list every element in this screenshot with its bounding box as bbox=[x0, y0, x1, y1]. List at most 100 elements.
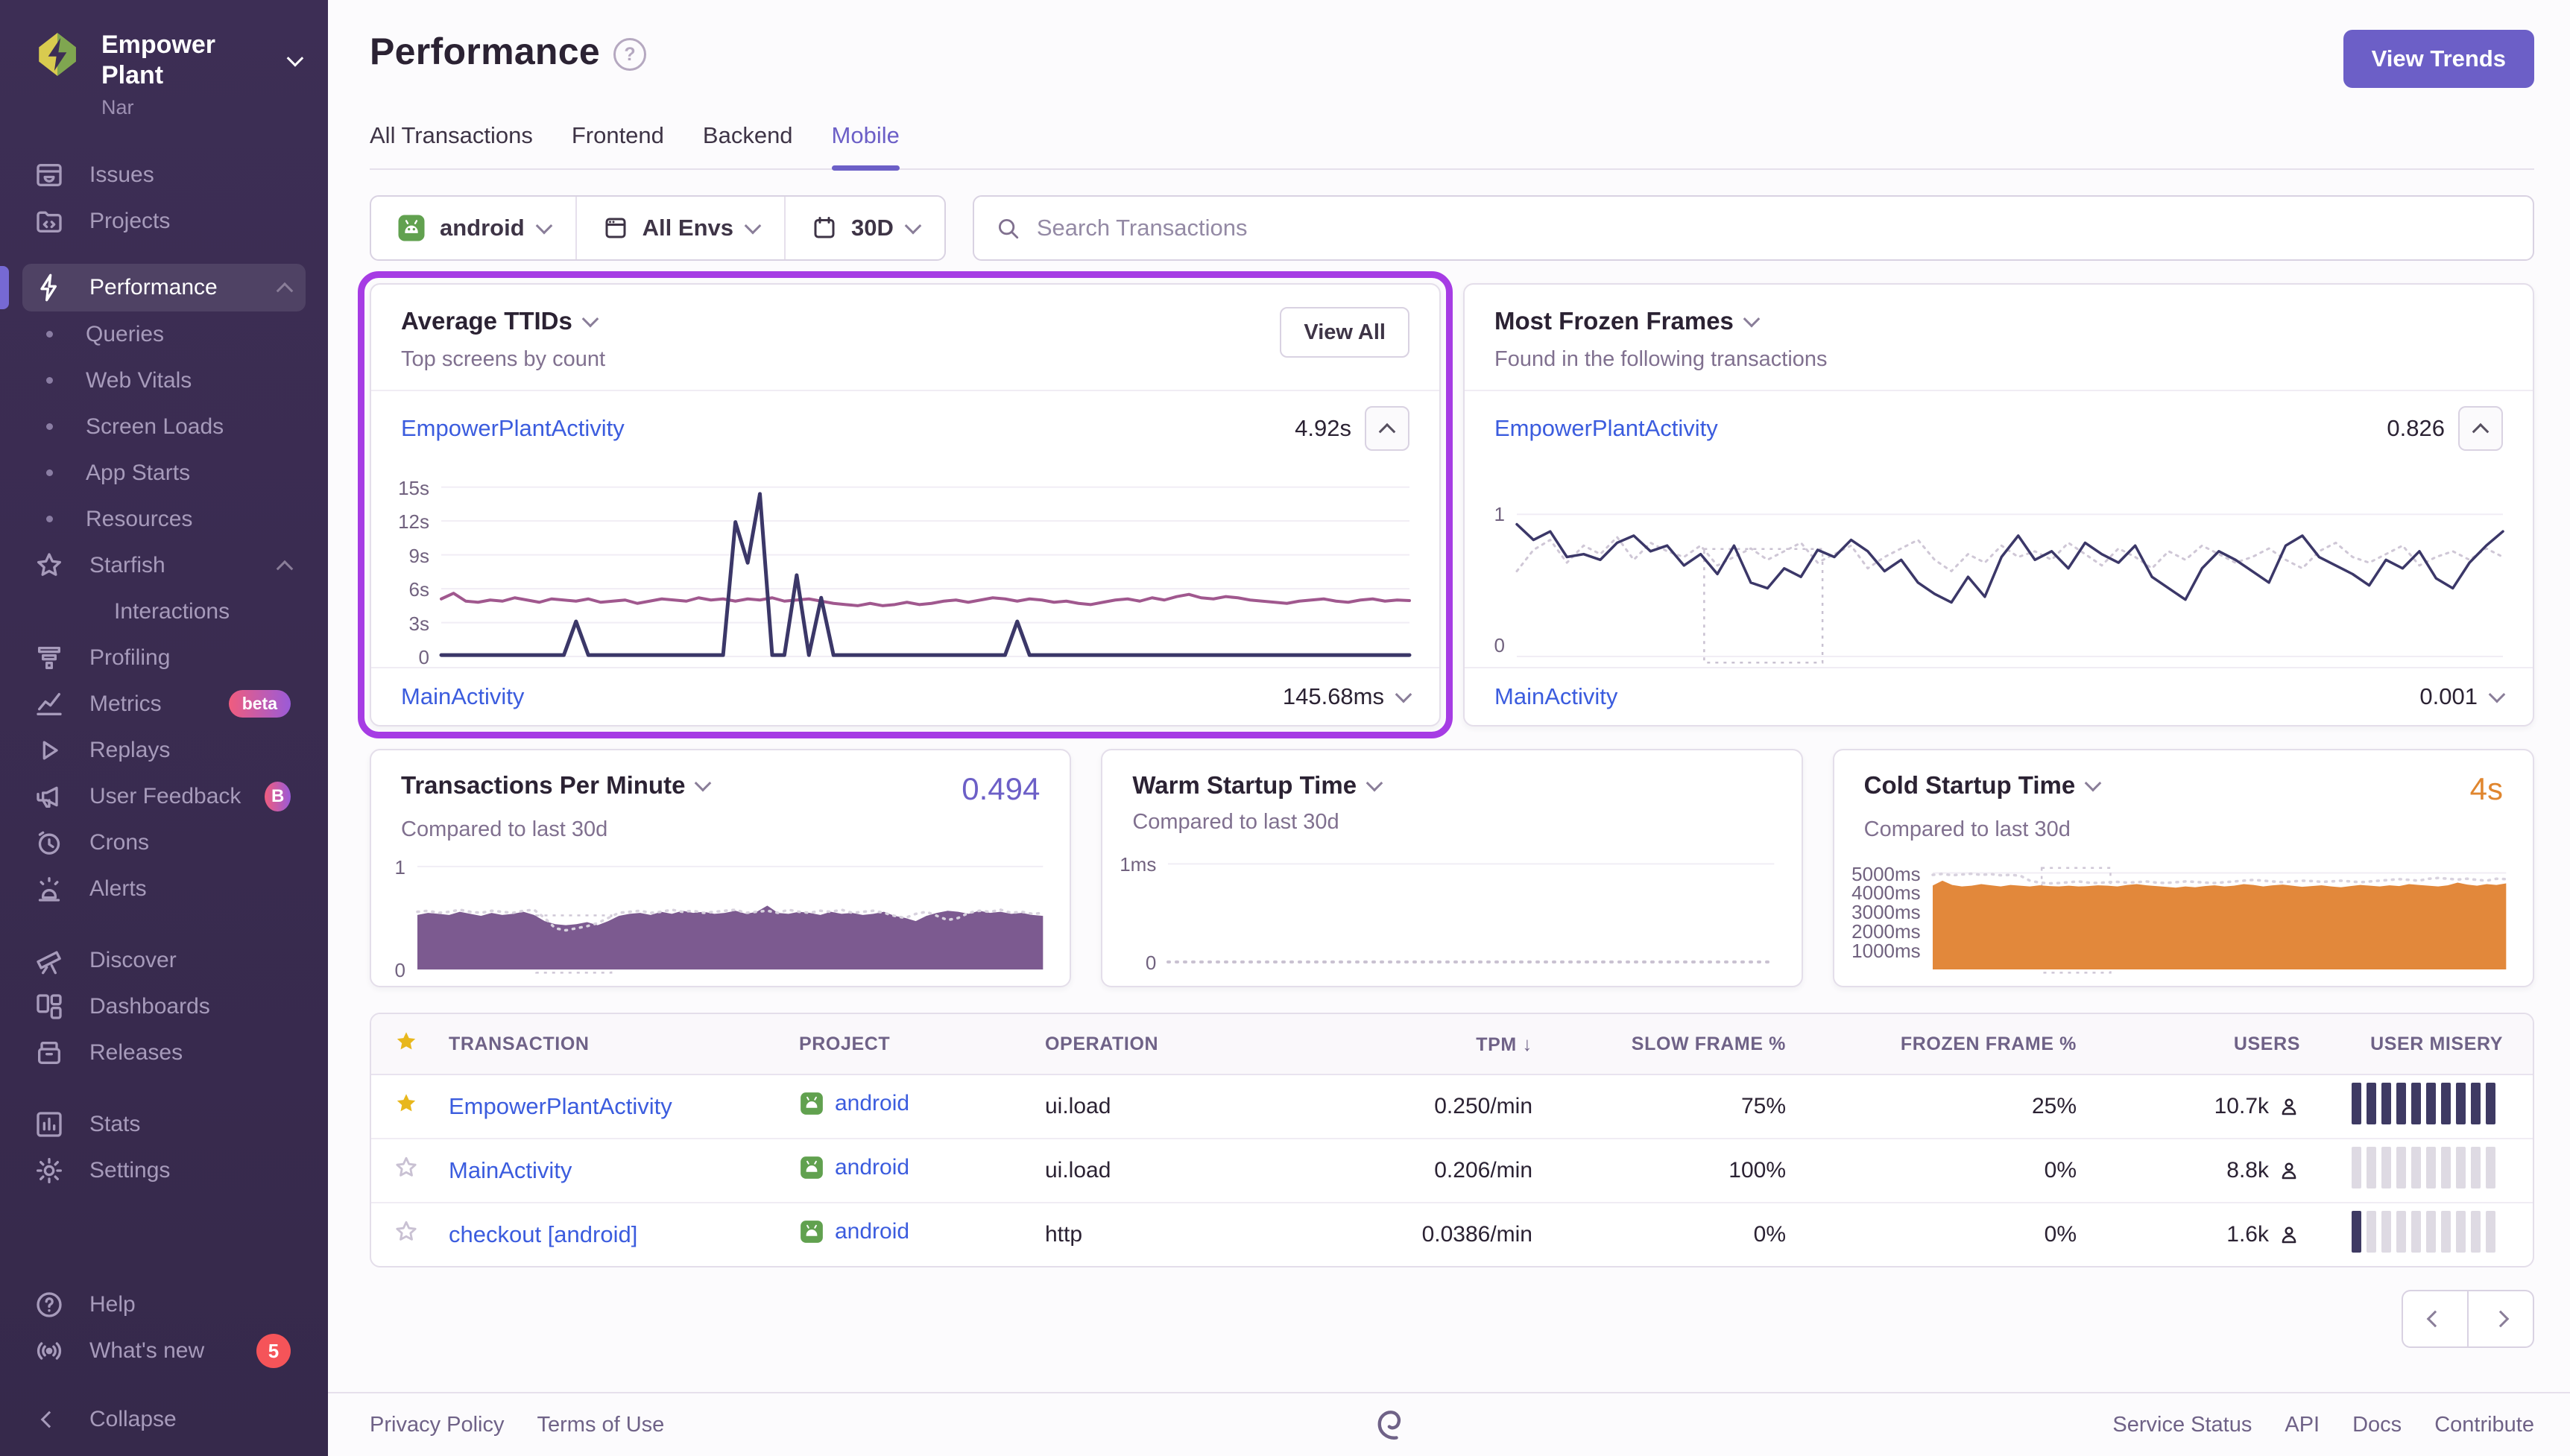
column-header-operation[interactable]: Operation bbox=[1032, 1034, 1278, 1055]
column-header-frozen-frame[interactable]: Frozen Frame % bbox=[1799, 1034, 2090, 1055]
previous-page-button[interactable] bbox=[2402, 1290, 2468, 1348]
star-column-header[interactable] bbox=[371, 1029, 435, 1060]
table-header-row: Transaction Project Operation TPM ↓ Slow… bbox=[371, 1014, 2533, 1075]
column-header-slow-frame[interactable]: Slow Frame % bbox=[1546, 1034, 1799, 1055]
chevron-down-icon bbox=[1366, 775, 1383, 792]
org-switcher[interactable]: Empower Plant Nar bbox=[0, 0, 328, 127]
sidebar-item-web-vitals[interactable]: Web Vitals bbox=[0, 358, 328, 404]
star-toggle[interactable] bbox=[371, 1219, 435, 1250]
project-filter-dropdown[interactable]: android bbox=[371, 197, 575, 259]
widget-subtitle: Top screens by count bbox=[401, 347, 605, 372]
sidebar-item-starfish[interactable]: Starfish bbox=[0, 542, 328, 589]
sidebar-item-help[interactable]: Help bbox=[0, 1282, 328, 1328]
collapse-series-button[interactable] bbox=[1365, 406, 1409, 451]
privacy-policy-link[interactable]: Privacy Policy bbox=[370, 1413, 505, 1437]
chevron-down-icon[interactable] bbox=[1395, 686, 1412, 703]
environment-filter-dropdown[interactable]: All Envs bbox=[575, 197, 784, 259]
warm-startup-chart bbox=[1168, 854, 1774, 963]
widget-title-dropdown[interactable]: Warm Startup Time bbox=[1132, 771, 1380, 800]
widget-title-dropdown[interactable]: Average TTIDs bbox=[401, 307, 605, 335]
view-trends-button[interactable]: View Trends bbox=[2343, 30, 2534, 88]
android-project-icon bbox=[799, 1155, 824, 1180]
chevron-down-icon bbox=[1743, 311, 1761, 328]
column-header-project[interactable]: Project bbox=[786, 1034, 1032, 1055]
collapse-series-button[interactable] bbox=[2458, 406, 2503, 451]
tab-mobile[interactable]: Mobile bbox=[832, 122, 900, 168]
api-link[interactable]: API bbox=[2285, 1413, 2320, 1437]
sidebar-item-releases[interactable]: Releases bbox=[0, 1030, 328, 1076]
main-content: Performance ? View Trends All Transactio… bbox=[328, 0, 2570, 1456]
sidebar-item-queries[interactable]: Queries bbox=[0, 311, 328, 358]
column-header-user-misery[interactable]: User Misery bbox=[2314, 1034, 2533, 1055]
sidebar-collapse-button[interactable]: Collapse bbox=[0, 1396, 328, 1443]
cold-startup-chart bbox=[1933, 861, 2506, 969]
sidebar-item-metrics[interactable]: Metrics beta bbox=[0, 681, 328, 727]
help-circle-icon[interactable]: ? bbox=[613, 38, 646, 71]
column-header-users[interactable]: Users bbox=[2090, 1034, 2314, 1055]
sidebar-item-app-starts[interactable]: App Starts bbox=[0, 450, 328, 496]
column-header-transaction[interactable]: Transaction bbox=[435, 1034, 786, 1055]
sidebar-item-interactions[interactable]: Interactions bbox=[0, 589, 328, 635]
sidebar-item-resources[interactable]: Resources bbox=[0, 496, 328, 542]
sidebar-item-user-feedback[interactable]: User Feedback B bbox=[0, 773, 328, 820]
star-toggle[interactable] bbox=[371, 1155, 435, 1186]
sidebar-item-settings[interactable]: Settings bbox=[0, 1148, 328, 1194]
docs-link[interactable]: Docs bbox=[2352, 1413, 2402, 1437]
chevron-down-icon bbox=[695, 775, 712, 792]
tab-frontend[interactable]: Frontend bbox=[572, 122, 664, 168]
user-misery-bars bbox=[2327, 1147, 2503, 1188]
most-frozen-frames-card: Most Frozen Frames Found in the followin… bbox=[1463, 283, 2534, 727]
next-page-button[interactable] bbox=[2468, 1290, 2534, 1348]
chevron-down-icon bbox=[745, 218, 762, 235]
widget-subtitle: Compared to last 30d bbox=[1834, 807, 2533, 842]
transaction-link[interactable]: MainActivity bbox=[1494, 683, 1617, 710]
operation-cell: ui.load bbox=[1032, 1158, 1278, 1183]
frozen-frame-cell: 25% bbox=[1799, 1094, 2090, 1119]
chevron-down-icon bbox=[905, 218, 922, 235]
tab-all-transactions[interactable]: All Transactions bbox=[370, 122, 533, 168]
column-header-tpm[interactable]: TPM ↓ bbox=[1278, 1033, 1546, 1056]
terms-of-use-link[interactable]: Terms of Use bbox=[537, 1413, 665, 1437]
sidebar-item-replays[interactable]: Replays bbox=[0, 727, 328, 773]
sidebar-item-alerts[interactable]: Alerts bbox=[0, 866, 328, 912]
date-range-dropdown[interactable]: 30D bbox=[784, 197, 944, 259]
bullet-icon bbox=[46, 516, 53, 522]
onboarding-highlight-ring: Average TTIDs Top screens by count View … bbox=[358, 271, 1453, 738]
search-box bbox=[973, 195, 2534, 261]
sidebar-item-projects[interactable]: Projects bbox=[0, 198, 328, 244]
service-status-link[interactable]: Service Status bbox=[2112, 1413, 2252, 1437]
sidebar-item-dashboards[interactable]: Dashboards bbox=[0, 984, 328, 1030]
widget-title-dropdown[interactable]: Transactions Per Minute bbox=[401, 771, 709, 800]
project-link[interactable]: android bbox=[799, 1091, 909, 1116]
transaction-link[interactable]: checkout [android] bbox=[449, 1221, 637, 1247]
sidebar-item-profiling[interactable]: Profiling bbox=[0, 635, 328, 681]
sidebar-item-performance[interactable]: Performance bbox=[22, 264, 306, 311]
transaction-link[interactable]: EmpowerPlantActivity bbox=[449, 1093, 672, 1119]
transaction-link[interactable]: EmpowerPlantActivity bbox=[1494, 415, 1718, 442]
contribute-link[interactable]: Contribute bbox=[2434, 1413, 2534, 1437]
transaction-link[interactable]: EmpowerPlantActivity bbox=[401, 415, 625, 442]
widget-title-dropdown[interactable]: Most Frozen Frames bbox=[1494, 307, 1828, 335]
widget-title-dropdown[interactable]: Cold Startup Time bbox=[1864, 771, 2100, 800]
project-link[interactable]: android bbox=[799, 1155, 909, 1180]
project-link[interactable]: android bbox=[799, 1219, 909, 1244]
view-all-button[interactable]: View All bbox=[1280, 307, 1409, 358]
star-toggle[interactable] bbox=[371, 1091, 435, 1122]
sidebar-item-whats-new[interactable]: What's new 5 bbox=[0, 1328, 328, 1374]
sidebar-item-stats[interactable]: Stats bbox=[0, 1101, 328, 1148]
bullet-icon bbox=[46, 377, 53, 384]
sidebar-item-issues[interactable]: Issues bbox=[0, 152, 328, 198]
search-icon bbox=[995, 215, 1020, 241]
transaction-link[interactable]: MainActivity bbox=[401, 683, 524, 710]
beta-badge: beta bbox=[229, 690, 291, 718]
help-icon bbox=[33, 1288, 66, 1321]
sidebar-item-discover[interactable]: Discover bbox=[0, 937, 328, 984]
sidebar-item-crons[interactable]: Crons bbox=[0, 820, 328, 866]
transaction-link[interactable]: MainActivity bbox=[449, 1157, 572, 1183]
sidebar-item-screen-loads[interactable]: Screen Loads bbox=[0, 404, 328, 450]
chevron-down-icon[interactable] bbox=[2489, 686, 2506, 703]
search-input[interactable] bbox=[1035, 214, 2512, 242]
environment-icon bbox=[602, 215, 629, 241]
tab-backend[interactable]: Backend bbox=[703, 122, 793, 168]
profiling-icon bbox=[33, 642, 66, 674]
